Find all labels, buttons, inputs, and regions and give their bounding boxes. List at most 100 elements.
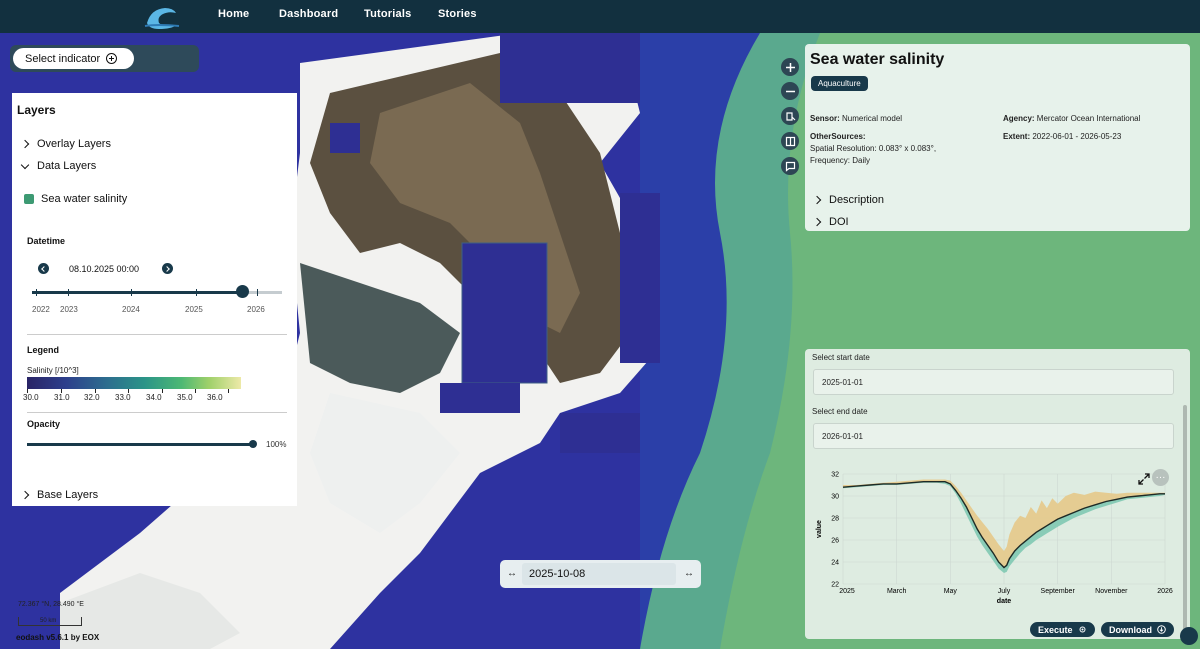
agency-value: Mercator Ocean International (1034, 114, 1141, 123)
legend-value: 32.0 (84, 393, 100, 402)
version-credit[interactable]: eodash v5.6.1 by EOX (16, 633, 99, 642)
chart-y-tick-label: 22 (831, 582, 839, 589)
legend-value: 30.0 (23, 393, 39, 402)
chart-x-tick-label: November (1095, 588, 1128, 595)
nav-dashboard-link[interactable]: Dashboard (279, 8, 338, 20)
date-next-arrow-icon[interactable]: ↔ (684, 568, 694, 579)
opacity-slider-thumb[interactable] (249, 440, 257, 448)
chevron-right-icon (20, 139, 30, 149)
theme-badge[interactable]: Aquaculture (811, 76, 868, 91)
zoom-in-button[interactable] (781, 58, 799, 76)
end-date-input[interactable]: 2026-01-01 (813, 423, 1174, 449)
legend-label: Legend (27, 345, 60, 355)
base-layers-group[interactable]: Base Layers (20, 489, 99, 501)
feedback-button[interactable] (781, 157, 799, 175)
chart-x-tick-label: 2026 (1157, 588, 1173, 595)
end-date-label: Select end date (812, 407, 868, 416)
panel-divider (27, 412, 287, 413)
legend-value: 36.0 (207, 393, 223, 402)
chevron-right-icon (812, 195, 822, 205)
chevron-down-icon (20, 160, 30, 169)
cursor-coordinates: 72.367 °N, 28.490 °E (18, 601, 84, 608)
year-label: 2023 (60, 305, 78, 314)
top-navigation: Home Dashboard Tutorials Stories (0, 0, 1200, 33)
time-slider-thumb[interactable] (236, 285, 249, 298)
download-icon (1157, 625, 1166, 634)
time-tick (36, 289, 37, 296)
frequency-value: Frequency: Daily (810, 156, 871, 165)
nav-stories-link[interactable]: Stories (438, 8, 477, 20)
chart-x-tick-label: May (944, 588, 958, 595)
extent-value: 2022-06-01 - 2026-05-23 (1030, 132, 1122, 141)
opacity-label: Opacity (27, 419, 61, 429)
chevron-right-icon (20, 490, 30, 500)
map-date-input[interactable]: 2025-10-08 (522, 563, 676, 585)
spatial-resolution-value: Spatial Resolution: 0.083° x 0.083°, (810, 144, 937, 153)
chart-x-axis-label: date (997, 598, 1012, 605)
chart-x-tick-label: July (998, 588, 1011, 595)
chart-y-tick-label: 30 (831, 494, 839, 501)
doi-label: DOI (829, 216, 849, 228)
agency-info: Agency: Mercator Ocean International (1003, 113, 1140, 125)
previous-date-button[interactable] (38, 263, 49, 274)
description-label: Description (829, 194, 885, 206)
description-expander[interactable]: Description (812, 194, 885, 206)
chart-axes: 22 24 26 28 30 32 2025 March May July September Nov… (831, 472, 1173, 596)
legend-value: 35.0 (177, 393, 193, 402)
zoom-out-button[interactable] (781, 82, 799, 100)
chart-y-axis-label: value (816, 520, 823, 538)
scale-label: 50 km (40, 618, 57, 624)
compare-layers-button[interactable] (781, 132, 799, 150)
download-button[interactable]: Download (1101, 622, 1174, 637)
extent-key: Extent: (1003, 132, 1031, 141)
execute-label: Execute (1038, 624, 1073, 635)
select-indicator-button[interactable]: Select indicator (13, 48, 134, 69)
help-button[interactable] (1180, 627, 1198, 645)
opacity-value: 100% (266, 440, 287, 449)
legend-tick (162, 389, 163, 393)
chevron-right-icon (812, 217, 822, 227)
base-layers-label: Base Layers (37, 489, 99, 501)
doi-expander[interactable]: DOI (812, 216, 849, 228)
compare-icon (785, 136, 795, 146)
year-label: 2025 (185, 305, 203, 314)
chart-y-tick-label: 32 (831, 472, 839, 479)
plus-icon (785, 62, 795, 72)
datetime-label: Datetime (27, 236, 66, 246)
opacity-slider-track[interactable] (27, 443, 253, 446)
nav-tutorials-link[interactable]: Tutorials (364, 8, 411, 20)
expand-chart-icon[interactable] (1138, 473, 1150, 485)
next-date-button[interactable] (162, 263, 173, 274)
panel-divider (27, 334, 287, 335)
execute-button[interactable]: Execute (1030, 622, 1095, 637)
overlay-layers-group[interactable]: Overlay Layers (20, 138, 111, 150)
layer-item-sea-water-salinity[interactable]: Sea water salinity (24, 193, 127, 205)
sensor-key: Sensor: (810, 114, 840, 123)
sensor-info: Sensor: Numerical model (810, 113, 902, 125)
other-sources-key: OtherSources: (810, 132, 866, 141)
start-date-input[interactable]: 2025-01-01 (813, 369, 1174, 395)
process-panel-scrollbar[interactable] (1183, 405, 1187, 636)
chart-x-tick-label: March (887, 588, 907, 595)
datetime-value: 08.10.2025 00:00 (69, 264, 140, 274)
eodash-logo-icon[interactable] (143, 3, 181, 29)
layer-item-label: Sea water salinity (41, 193, 128, 205)
nav-home-link[interactable]: Home (218, 8, 249, 20)
chart-x-tick-label: September (1041, 588, 1076, 595)
legend-tick (228, 389, 229, 393)
indicator-title: Sea water salinity (810, 51, 945, 68)
geolocation-button[interactable] (781, 107, 799, 125)
layer-color-swatch (24, 194, 34, 204)
time-tick (68, 289, 69, 296)
chart-y-tick-label: 24 (831, 560, 839, 567)
time-tick (257, 289, 258, 296)
chart-y-tick-label: 28 (831, 516, 839, 523)
start-date-label: Select start date (812, 353, 870, 362)
comment-icon (785, 161, 795, 172)
date-prev-arrow-icon[interactable]: ↔ (507, 568, 517, 579)
legend-value: 33.0 (115, 393, 131, 402)
data-layers-group[interactable]: Data Layers (20, 160, 96, 172)
chart-menu-icon[interactable]: ··· (1152, 469, 1169, 486)
sensor-value: Numerical model (839, 114, 903, 123)
agency-key: Agency: (1003, 114, 1035, 123)
